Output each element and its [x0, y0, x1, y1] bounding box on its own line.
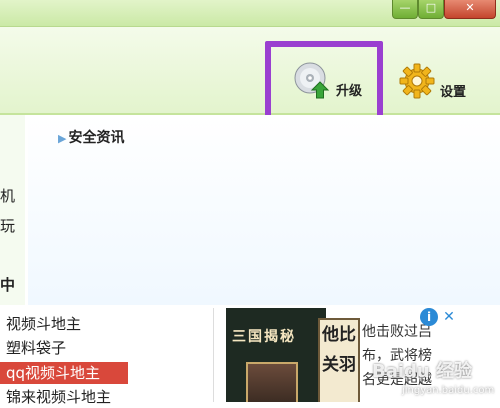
watermark: Baidu 经验: [372, 361, 473, 382]
gear-icon: [399, 63, 435, 99]
close-button[interactable]: ✕: [444, 0, 496, 19]
settings-button[interactable]: 设置: [398, 62, 466, 100]
game-list: 视频斗地主 塑料袋子 qq视频斗地主 锦来视频斗地主: [0, 308, 214, 406]
ad-banner[interactable]: 三国揭秘: [226, 308, 326, 402]
section-title-text: 安全资讯: [68, 130, 125, 146]
chevron-right-icon: ▶: [58, 132, 67, 145]
minimize-icon: —: [399, 1, 411, 14]
title-bar: — □ ✕: [0, 0, 500, 27]
watermark-url: jingyan.baidu.com: [402, 385, 495, 396]
list-item[interactable]: 塑料袋子: [6, 337, 66, 359]
ad-scroll-text: 他比关羽: [318, 318, 360, 402]
left-text: 机: [0, 187, 16, 205]
maximize-button[interactable]: □: [418, 0, 444, 19]
ad-banner-text: 三国揭秘: [232, 329, 296, 345]
maximize-icon: □: [425, 1, 437, 14]
settings-label: 设置: [440, 84, 467, 100]
left-text: 中: [0, 276, 16, 294]
list-item-selected[interactable]: qq视频斗地主: [0, 362, 128, 384]
left-text: 玩: [0, 217, 16, 235]
list-item[interactable]: 锦来视频斗地主: [6, 386, 111, 408]
list-item[interactable]: 视频斗地主: [6, 313, 81, 335]
close-icon: ✕: [465, 1, 475, 14]
ad-portrait-image: [246, 362, 298, 402]
ad-info-icon[interactable]: i: [420, 308, 438, 326]
minimize-button[interactable]: —: [392, 0, 418, 19]
ad-close-icon[interactable]: ✕: [441, 308, 457, 326]
section-title[interactable]: ▶ 安全资讯: [58, 127, 124, 147]
